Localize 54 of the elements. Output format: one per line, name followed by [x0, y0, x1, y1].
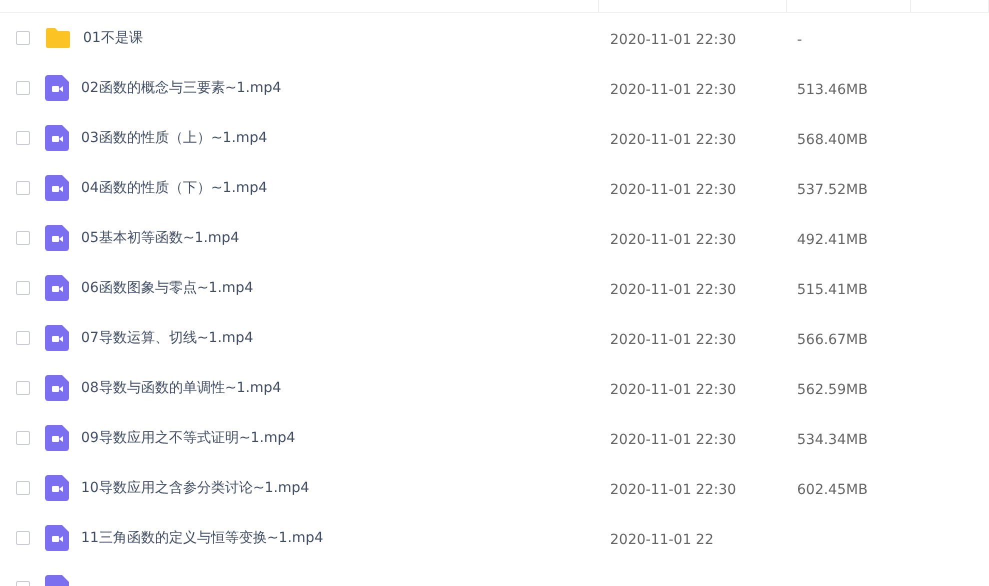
modified-date: 2020-11-01 22:30 — [609, 232, 736, 248]
file-name[interactable]: 05基本初等函数~1.mp4 — [81, 229, 240, 247]
file-size: 534.34MB — [796, 432, 868, 448]
video-file-icon — [45, 475, 69, 501]
checkbox[interactable] — [16, 531, 30, 545]
modified-date: 2020-11-01 22:30 — [609, 332, 736, 348]
modified-date: 2020-11-01 22:30 — [609, 282, 736, 298]
checkbox[interactable] — [16, 81, 30, 95]
file-name[interactable]: 10导数应用之含参分类讨论~1.mp4 — [81, 479, 310, 497]
file-name[interactable]: 08导数与函数的单调性~1.mp4 — [81, 379, 282, 397]
video-file-icon — [45, 125, 69, 151]
file-name[interactable]: 04函数的性质（下）~1.mp4 — [81, 179, 268, 197]
file-name[interactable]: 11三角函数的定义与恒等变换~1.mp4 — [81, 529, 324, 547]
file-name[interactable]: 09导数应用之不等式证明~1.mp4 — [81, 429, 296, 447]
video-file-icon — [45, 525, 69, 551]
checkbox[interactable] — [16, 31, 30, 45]
video-file-icon — [45, 275, 69, 301]
modified-date: 2020-11-01 22:30 — [609, 382, 736, 398]
file-name[interactable]: 07导数运算、切线~1.mp4 — [81, 329, 254, 347]
file-name[interactable]: 06函数图象与零点~1.mp4 — [81, 279, 254, 297]
video-file-icon — [45, 425, 69, 451]
file-size: 602.45MB — [796, 482, 868, 498]
checkbox[interactable] — [16, 181, 30, 195]
video-file-icon — [45, 225, 69, 251]
modified-date: 2020-11-01 22:30 — [609, 432, 736, 448]
checkbox[interactable] — [16, 331, 30, 345]
file-size: 515.41MB — [796, 282, 868, 298]
checkbox[interactable] — [16, 431, 30, 445]
video-file-icon — [45, 75, 69, 101]
checkbox[interactable] — [16, 231, 30, 245]
modified-date: 2020-11-01 22:30 — [609, 132, 736, 148]
checkbox[interactable] — [16, 481, 30, 495]
video-file-icon — [45, 375, 69, 401]
modified-date: 2020-11-01 22:30 — [609, 482, 736, 498]
file-size: 568.40MB — [796, 132, 868, 148]
checkbox[interactable] — [16, 281, 30, 295]
file-name[interactable]: 01不是课 — [83, 29, 143, 47]
modified-date: 2020-11-01 22:30 — [609, 82, 736, 98]
checkbox[interactable] — [16, 381, 30, 395]
file-size: 566.67MB — [796, 332, 868, 348]
video-file-icon — [45, 325, 69, 351]
file-name[interactable]: 02函数的概念与三要素~1.mp4 — [81, 79, 282, 97]
file-name[interactable]: 03函数的性质（上）~1.mp4 — [81, 129, 268, 147]
video-file-icon — [45, 175, 69, 201]
folder-icon — [45, 27, 71, 49]
file-size: 492.41MB — [796, 232, 868, 248]
file-size: 562.59MB — [796, 382, 868, 398]
modified-date: 2020-11-01 22 — [609, 532, 714, 548]
file-size: 537.52MB — [796, 182, 868, 198]
checkbox[interactable] — [16, 131, 30, 145]
modified-date: 2020-11-01 22:30 — [609, 182, 736, 198]
file-size: 513.46MB — [796, 82, 868, 98]
modified-date: 2020-11-01 22:30 — [609, 32, 736, 48]
file-size: - — [796, 32, 802, 48]
